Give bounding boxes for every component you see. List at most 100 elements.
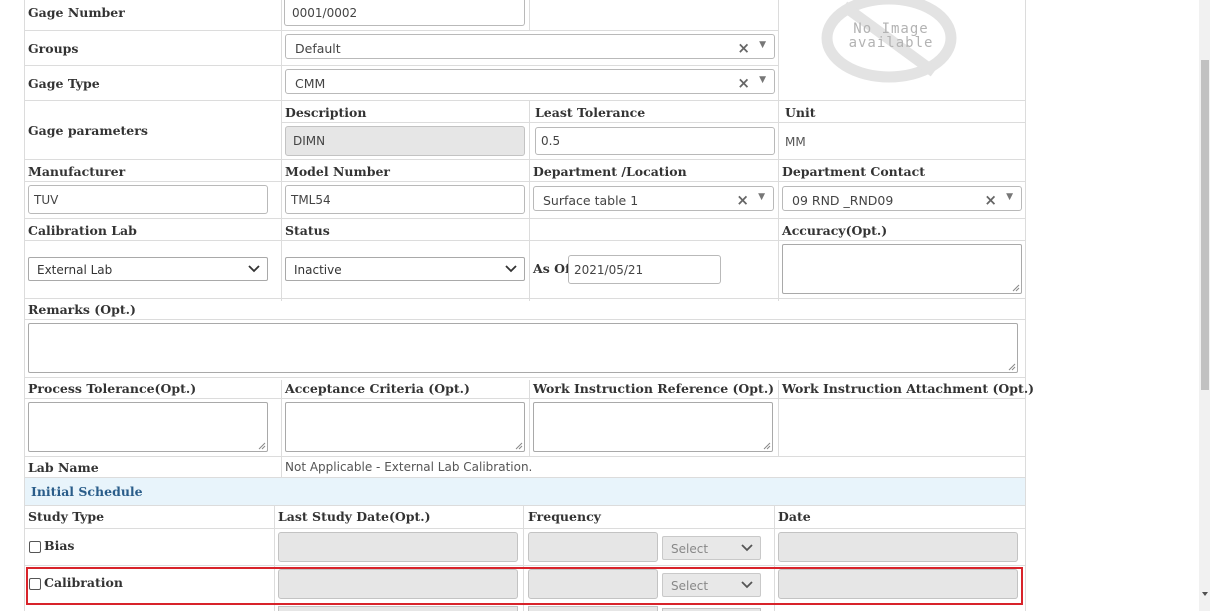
dropdown-arrow-icon[interactable]: ▼ xyxy=(759,40,766,50)
department-location-selected-value: Surface table 1 xyxy=(543,193,639,208)
status-selected-value: Inactive xyxy=(294,263,342,277)
no-image-placeholder: No Image available xyxy=(806,0,974,84)
clear-icon[interactable]: × xyxy=(737,74,750,92)
department-contact-select[interactable]: 09 RND _RND09 × ▼ xyxy=(782,186,1022,211)
as-of-label: As Of xyxy=(533,261,571,276)
as-of-date-input[interactable]: 2021/05/21 xyxy=(568,255,721,284)
row-divider xyxy=(24,181,1026,182)
resize-grip-icon[interactable] xyxy=(1008,363,1016,371)
acceptance-criteria-textarea[interactable] xyxy=(285,402,525,452)
bias-date-input[interactable] xyxy=(778,532,1018,562)
row-divider xyxy=(24,298,1026,299)
process-tolerance-textarea[interactable] xyxy=(28,402,268,452)
calibration-lab-selected-value: External Lab xyxy=(37,263,113,277)
status-select[interactable]: Inactive xyxy=(285,257,525,281)
column-header-study-type: Study Type xyxy=(28,509,105,524)
unit-value: MM xyxy=(785,135,806,149)
row-divider xyxy=(24,218,1026,219)
work-instruction-attachment-label: Work Instruction Attachment (Opt.) xyxy=(782,381,1035,396)
row-divider xyxy=(24,100,1026,101)
manufacturer-label: Manufacturer xyxy=(28,164,126,179)
gage-type-selected-value: CMM xyxy=(295,76,326,91)
row-divider xyxy=(24,565,1026,566)
calibration-lab-label: Calibration Lab xyxy=(28,223,137,238)
vertical-scrollbar[interactable] xyxy=(1199,0,1210,611)
bias-select-placeholder: Select xyxy=(671,542,709,556)
gage-number-input[interactable]: 0001/0002 xyxy=(284,0,525,26)
acceptance-criteria-label: Acceptance Criteria (Opt.) xyxy=(285,381,470,396)
table-border-left xyxy=(24,0,25,611)
bias-label: Bias xyxy=(44,538,75,553)
chevron-down-icon xyxy=(741,544,753,552)
description-input[interactable]: DIMN xyxy=(285,126,525,156)
department-location-label: Department /Location xyxy=(533,164,687,179)
gage-number-label: Gage Number xyxy=(28,5,125,20)
manufacturer-input[interactable]: TUV xyxy=(28,185,268,214)
initial-schedule-title: Initial Schedule xyxy=(31,484,143,499)
work-instruction-reference-label: Work Instruction Reference (Opt.) xyxy=(533,381,775,396)
col-divider xyxy=(778,0,779,101)
row-divider xyxy=(24,398,1026,399)
row-divider xyxy=(24,505,1026,506)
chevron-down-icon xyxy=(505,265,517,273)
department-location-select[interactable]: Surface table 1 × ▼ xyxy=(533,186,774,211)
work-instruction-reference-textarea[interactable] xyxy=(533,402,773,452)
resize-grip-icon[interactable] xyxy=(1012,284,1020,292)
col-divider xyxy=(281,101,282,301)
remarks-textarea[interactable] xyxy=(28,323,1018,373)
bias-checkbox[interactable] xyxy=(29,541,41,553)
calibration-lab-select[interactable]: External Lab xyxy=(28,257,268,281)
lab-name-label: Lab Name xyxy=(28,460,99,475)
col-divider xyxy=(529,101,530,301)
no-image-text-line2: available xyxy=(848,35,934,51)
groups-selected-value: Default xyxy=(295,41,341,56)
col-divider xyxy=(281,0,282,101)
col-divider xyxy=(529,380,530,456)
dropdown-arrow-icon[interactable]: ▼ xyxy=(758,192,765,202)
dropdown-arrow-icon[interactable]: ▼ xyxy=(759,75,766,85)
column-header-date: Date xyxy=(778,509,811,524)
row-divider xyxy=(281,122,1026,123)
gage-type-select[interactable]: CMM × ▼ xyxy=(285,69,775,94)
accuracy-label: Accuracy(Opt.) xyxy=(782,223,888,238)
unit-label: Unit xyxy=(785,105,816,120)
model-number-input[interactable]: TML54 xyxy=(285,185,525,214)
clear-icon[interactable]: × xyxy=(984,191,997,209)
row-divider xyxy=(24,456,1026,457)
column-header-frequency: Frequency xyxy=(528,509,601,524)
dropdown-arrow-icon[interactable]: ▼ xyxy=(1006,192,1013,202)
column-header-last-study-date: Last Study Date(Opt.) xyxy=(278,509,431,524)
col-divider xyxy=(778,101,779,301)
lab-name-value: Not Applicable - External Lab Calibratio… xyxy=(285,460,533,474)
resize-grip-icon[interactable] xyxy=(515,442,523,450)
clear-icon[interactable]: × xyxy=(736,191,749,209)
row-divider xyxy=(24,319,1026,320)
gage-type-label: Gage Type xyxy=(28,76,100,91)
initial-schedule-header xyxy=(25,478,1025,505)
remarks-label: Remarks (Opt.) xyxy=(28,302,136,317)
resize-grip-icon[interactable] xyxy=(763,442,771,450)
department-contact-selected-value: 09 RND _RND09 xyxy=(792,193,894,208)
bias-frequency-input[interactable] xyxy=(528,532,658,562)
row-divider xyxy=(24,159,1026,160)
next-row-field xyxy=(278,606,518,611)
bias-last-study-date-input[interactable] xyxy=(278,532,518,562)
least-tolerance-input[interactable]: 0.5 xyxy=(535,127,775,155)
clear-icon[interactable]: × xyxy=(737,39,750,57)
scrollbar-thumb[interactable] xyxy=(1201,60,1209,390)
department-contact-label: Department Contact xyxy=(782,164,926,179)
col-divider xyxy=(529,0,530,30)
groups-select[interactable]: Default × ▼ xyxy=(285,34,775,59)
description-label: Description xyxy=(285,105,367,120)
status-label: Status xyxy=(285,223,330,238)
accuracy-textarea[interactable] xyxy=(782,244,1022,294)
row-divider xyxy=(24,65,779,66)
resize-grip-icon[interactable] xyxy=(258,442,266,450)
process-tolerance-label: Process Tolerance(Opt.) xyxy=(28,381,197,396)
scroll-down-arrow-icon[interactable] xyxy=(1201,590,1209,598)
bias-frequency-unit-select[interactable]: Select xyxy=(662,536,761,560)
least-tolerance-label: Least Tolerance xyxy=(535,105,646,120)
groups-label: Groups xyxy=(28,41,79,56)
model-number-label: Model Number xyxy=(285,164,390,179)
row-divider xyxy=(24,528,1026,529)
